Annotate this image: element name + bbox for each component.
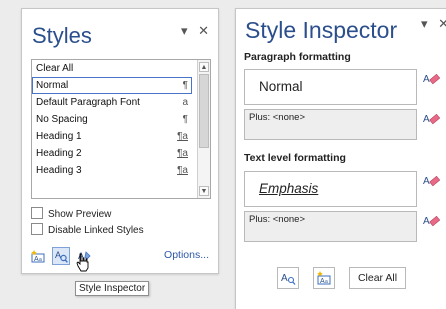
- disable-linked-styles-label: Disable Linked Styles: [48, 225, 144, 236]
- show-preview-label: Show Preview: [48, 209, 112, 220]
- pane-menu-icon[interactable]: ▾: [181, 23, 188, 38]
- disable-linked-styles-checkbox[interactable]: Disable Linked Styles: [31, 223, 144, 236]
- text-level-formatting-heading: Text level formatting: [244, 152, 346, 164]
- reset-character-formatting-button[interactable]: A: [422, 213, 441, 231]
- style-list: Clear All Normal ¶ Default Paragraph Fon…: [31, 59, 211, 199]
- style-item-clear-all[interactable]: Clear All: [32, 60, 192, 77]
- new-style-button[interactable]: A a: [29, 247, 47, 265]
- show-preview-checkbox[interactable]: Show Preview: [31, 207, 111, 220]
- style-inspector-controls: ▾ ✕: [414, 16, 446, 32]
- checkbox-box[interactable]: [31, 223, 43, 235]
- svg-text:A: A: [423, 74, 430, 85]
- style-item-default-paragraph-font[interactable]: Default Paragraph Font a: [32, 94, 192, 111]
- reveal-formatting-icon: A: [281, 273, 296, 285]
- eraser-icon: A: [423, 73, 441, 85]
- close-icon[interactable]: ✕: [438, 16, 446, 31]
- new-style-icon: A a: [31, 250, 45, 263]
- eraser-icon: A: [423, 175, 441, 187]
- reset-paragraph-formatting-button[interactable]: A: [422, 111, 441, 129]
- paragraph-style-box: Normal: [244, 69, 417, 105]
- pane-menu-icon[interactable]: ▾: [421, 16, 428, 31]
- linked-style-icon: ¶a: [177, 148, 188, 159]
- mouse-pointer-icon: [76, 253, 89, 272]
- style-list-scrollbar[interactable]: ▲ ▼: [197, 60, 210, 198]
- svg-text:A: A: [423, 176, 430, 187]
- style-inspector-icon: A: [55, 250, 68, 263]
- paragraph-plus-box: Plus: <none>: [244, 109, 417, 140]
- style-item-heading-1[interactable]: Heading 1 ¶a: [32, 128, 192, 145]
- text-style-box: Emphasis: [244, 171, 417, 207]
- svg-text:A: A: [55, 250, 61, 260]
- paragraph-formatting-heading: Paragraph formatting: [244, 51, 351, 63]
- options-link[interactable]: Options...: [164, 249, 209, 261]
- checkbox-box[interactable]: [31, 207, 43, 219]
- svg-text:a: a: [325, 279, 328, 285]
- style-item-no-spacing[interactable]: No Spacing ¶: [32, 111, 192, 128]
- eraser-icon: A: [423, 113, 441, 125]
- scroll-down-icon[interactable]: ▼: [199, 186, 209, 196]
- style-item-heading-2[interactable]: Heading 2 ¶a: [32, 145, 192, 162]
- new-style-button[interactable]: A a: [313, 267, 335, 289]
- style-item-label: Normal: [36, 80, 69, 91]
- svg-text:A: A: [423, 216, 430, 227]
- linked-style-icon: ¶a: [177, 165, 188, 176]
- svg-text:A: A: [281, 273, 288, 284]
- close-icon[interactable]: ✕: [198, 23, 209, 38]
- text-plus-box: Plus: <none>: [244, 211, 417, 242]
- style-inspector-pane: Style Inspector ▾ ✕ Paragraph formatting…: [235, 8, 446, 309]
- reset-paragraph-style-button[interactable]: A: [422, 71, 441, 89]
- styles-pane-controls: ▾ ✕: [174, 23, 209, 39]
- styles-pane-title: Styles: [32, 23, 92, 48]
- scroll-up-icon[interactable]: ▲: [199, 62, 209, 72]
- style-item-label: Heading 1: [36, 131, 82, 142]
- character-style-icon: a: [182, 97, 188, 108]
- paragraph-style-icon: ¶: [182, 80, 188, 91]
- svg-text:a: a: [39, 257, 42, 263]
- new-style-icon: A a: [317, 271, 331, 285]
- paragraph-style-icon: ¶: [182, 114, 188, 125]
- styles-pane: Styles ▾ ✕ Clear All Normal ¶ Default Pa…: [21, 8, 219, 274]
- style-item-normal[interactable]: Normal ¶: [32, 77, 192, 94]
- style-inspector-button[interactable]: A: [52, 247, 70, 265]
- style-item-label: Heading 3: [36, 165, 82, 176]
- style-item-heading-3[interactable]: Heading 3 ¶a: [32, 162, 192, 179]
- reset-character-style-button[interactable]: A: [422, 173, 441, 191]
- style-inspector-tooltip: Style Inspector: [75, 281, 150, 296]
- style-item-label: Clear All: [36, 63, 74, 74]
- svg-text:A: A: [423, 114, 430, 125]
- scroll-thumb[interactable]: [199, 74, 209, 148]
- clear-all-button[interactable]: Clear All: [349, 267, 406, 289]
- style-inspector-title: Style Inspector: [245, 17, 398, 43]
- style-item-label: No Spacing: [36, 114, 88, 125]
- eraser-icon: A: [423, 215, 441, 227]
- linked-style-icon: ¶a: [177, 131, 188, 142]
- style-item-label: Heading 2: [36, 148, 82, 159]
- reveal-formatting-button[interactable]: A: [277, 267, 299, 289]
- style-item-label: Default Paragraph Font: [36, 97, 140, 108]
